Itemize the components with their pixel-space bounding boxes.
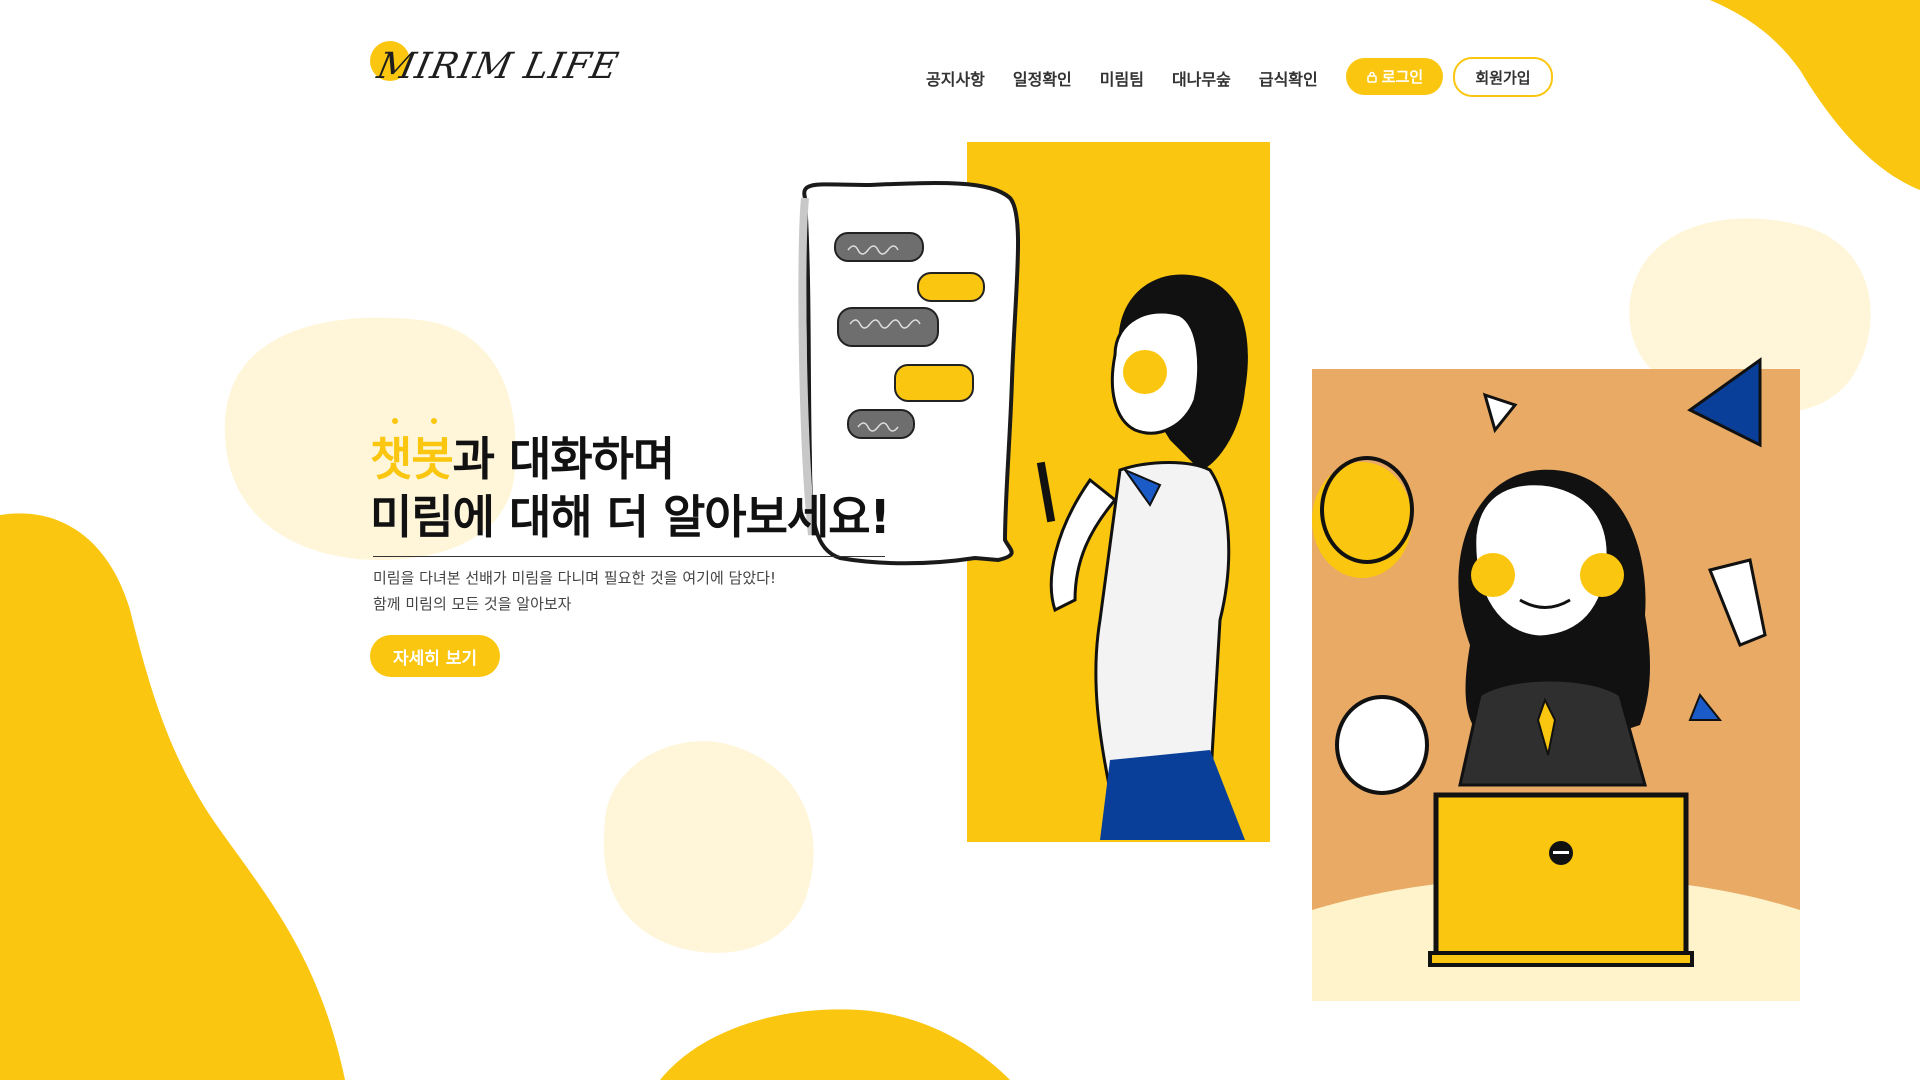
chat-bubble-yellow bbox=[894, 364, 974, 402]
hero-desc-line-2: 함께 미림의 모든 것을 알아보자 bbox=[373, 595, 572, 613]
hero-divider bbox=[373, 556, 885, 557]
nav-item-bamboo-forest[interactable]: 대나무숲 bbox=[1172, 66, 1231, 90]
learn-more-button[interactable]: 자세히 보기 bbox=[370, 635, 500, 677]
yellow-blob-left bbox=[0, 513, 345, 1080]
hero-section: 챗봇 과 대화하며 미림에 대해 더 알아보세요! 미림을 다녀본 선배가 미림… bbox=[370, 418, 910, 677]
chat-bubble-gray bbox=[834, 232, 924, 262]
laptop-girl-illustration bbox=[1312, 357, 1800, 1001]
accent-dot bbox=[392, 418, 398, 424]
white-circle-shape bbox=[1335, 695, 1429, 795]
hero-desc-line-1: 미림을 다녀본 선배가 미림을 다니며 필요한 것을 여기에 담았다! bbox=[373, 569, 776, 587]
girl-shirt bbox=[1094, 461, 1231, 792]
cream-blob-bottom bbox=[603, 741, 814, 953]
signup-label: 회원가입 bbox=[1475, 68, 1531, 87]
chat-bubble-yellow bbox=[917, 272, 985, 302]
hero-headline: 챗봇 과 대화하며 미림에 대해 더 알아보세요! bbox=[370, 418, 910, 546]
accent-dots bbox=[370, 418, 453, 428]
accent-text: 챗봇 bbox=[370, 432, 454, 486]
nav-item-notice[interactable]: 공지사항 bbox=[926, 66, 985, 90]
login-label: 로그인 bbox=[1381, 68, 1424, 86]
laptop bbox=[1433, 792, 1689, 958]
yellow-blob-bottom bbox=[660, 1009, 1010, 1080]
accent-dot bbox=[431, 418, 437, 424]
learn-more-label: 자세히 보기 bbox=[392, 648, 478, 669]
site-header: MIRIM LIFE 공지사항 일정확인 미림팀 대나무숲 급식확인 로그인 회… bbox=[0, 0, 1920, 150]
nav-item-schedule[interactable]: 일정확인 bbox=[1013, 66, 1072, 90]
headline-line-2: 미림에 대해 더 알아보세요! bbox=[370, 490, 891, 544]
logo[interactable]: MIRIM LIFE bbox=[368, 40, 622, 96]
nav-item-team[interactable]: 미림팀 bbox=[1100, 66, 1144, 90]
nav-item-meal[interactable]: 급식확인 bbox=[1259, 66, 1318, 90]
headline-line-1-rest: 과 대화하며 bbox=[452, 432, 676, 486]
main-nav: 공지사항 일정확인 미림팀 대나무숲 급식확인 bbox=[926, 66, 1318, 90]
headline-accent: 챗봇 bbox=[370, 418, 454, 488]
lock-icon bbox=[1367, 71, 1377, 83]
login-button[interactable]: 로그인 bbox=[1346, 58, 1443, 95]
headline-line-1: 챗봇 과 대화하며 bbox=[370, 418, 910, 488]
logo-text: MIRIM LIFE bbox=[373, 46, 623, 87]
hero-description: 미림을 다녀본 선배가 미림을 다니며 필요한 것을 여기에 담았다! 함께 미… bbox=[373, 565, 910, 617]
signup-button[interactable]: 회원가입 bbox=[1453, 57, 1553, 97]
